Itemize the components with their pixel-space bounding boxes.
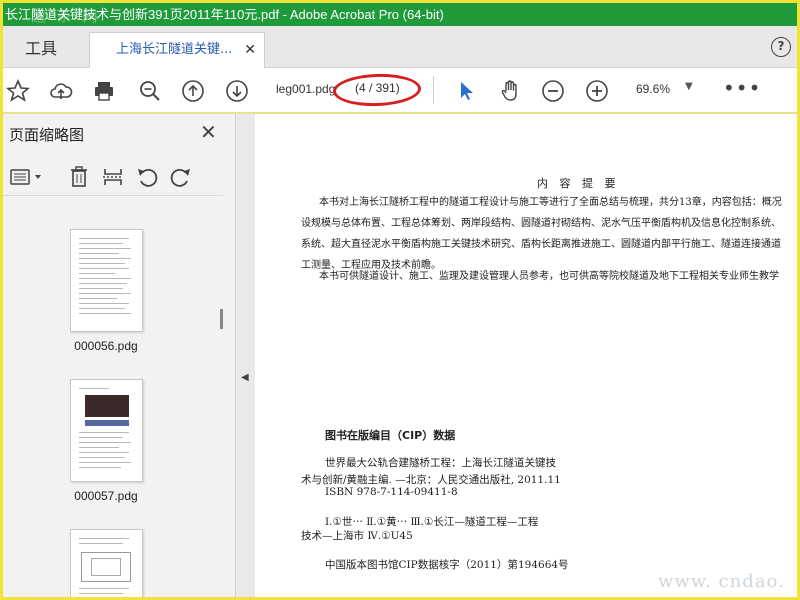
collapse-left-icon[interactable]: ◀ — [241, 372, 249, 383]
rotate-right-icon[interactable] — [169, 165, 193, 189]
cloud-upload-icon[interactable] — [48, 78, 74, 104]
document-page: 内 容 提 要 本书对上海长江隧桥工程中的隧道工程设计与施工等进行了全面总结与梳… — [255, 114, 797, 597]
app-window: 长江隧道关键技术与创新391页2011年110元.pdf - Adobe Acr… — [0, 0, 800, 600]
zoom-out-icon[interactable] — [540, 78, 566, 104]
cip-line: Ⅰ.①世⋯ Ⅱ.①黄⋯ Ⅲ.①长江—隧道工程—工程 — [325, 516, 539, 528]
site-watermark: 道 茶 网 — [31, 7, 101, 25]
zoom-field[interactable]: 69.6% — [636, 82, 670, 96]
printer-icon[interactable] — [91, 78, 117, 104]
page-thumbnail[interactable] — [70, 529, 143, 597]
options-menu-icon[interactable] — [9, 165, 45, 189]
site-watermark-bottom: www. cndao. com — [658, 571, 785, 597]
panel-divider[interactable]: ◀ — [236, 114, 255, 597]
close-icon[interactable]: ✕ — [244, 33, 256, 67]
hand-icon[interactable] — [497, 78, 523, 104]
tab-tools[interactable]: 工具 — [3, 34, 79, 68]
document-view[interactable]: 内 容 提 要 本书对上海长江隧桥工程中的隧道工程设计与施工等进行了全面总结与梳… — [255, 114, 797, 597]
help-icon[interactable]: ? — [771, 37, 791, 57]
abstract-line: 本书对上海长江隧桥工程中的隧道工程设计与施工等进行了全面总结与梳理，共分13章，… — [319, 197, 782, 208]
page-down-icon[interactable] — [224, 78, 250, 104]
thumbnail-panel: 页面缩略图 ✕ 000056.pdg 000057.pdg — [3, 114, 236, 597]
zoom-in-icon[interactable] — [584, 78, 610, 104]
filename-field[interactable]: leg001.pdg — [276, 82, 335, 96]
insert-page-icon[interactable] — [101, 165, 125, 189]
zoom-out-magnifier-icon[interactable] — [137, 78, 163, 104]
page-thumbnail[interactable] — [70, 379, 143, 482]
more-icon[interactable]: ••• — [723, 76, 761, 100]
panel-scrollbar[interactable] — [220, 309, 223, 329]
title-bar: 长江隧道关键技术与创新391页2011年110元.pdf - Adobe Acr… — [3, 3, 797, 26]
close-icon[interactable]: ✕ — [200, 120, 217, 144]
abstract-heading: 内 容 提 要 — [537, 177, 620, 190]
tab-bar: 工具 上海长江隧道关键... ✕ ? — [3, 26, 797, 68]
abstract-line: 系统、超大直径泥水平衡盾构施工关键技术研究、盾构长距离推进施工、圆隧道内部平行施… — [301, 239, 781, 250]
abstract-line: 设规模与总体布置、工程总体筹划、两岸段结构、圆隧道衬砌结构、泥水气压平衡盾构机及… — [301, 218, 781, 229]
page-up-icon[interactable] — [180, 78, 206, 104]
thumbnail-label: 000057.pdg — [74, 489, 138, 503]
cip-line: ISBN 978-7-114-09411-8 — [325, 486, 458, 498]
annotation-circle — [332, 72, 422, 108]
page-thumbnail[interactable] — [70, 229, 143, 332]
cip-line: 世界最大公轨合建隧桥工程：上海长江隧道关键技 — [325, 457, 556, 469]
chevron-down-icon[interactable]: ▼ — [685, 81, 693, 92]
thumbnail-label: 000056.pdg — [74, 339, 138, 353]
abstract-line: 本书可供隧道设计、施工、监理及建设管理人员参考，也可供高等院校隧道及地下工程相关… — [319, 271, 779, 282]
cip-line: 中国版本图书馆CIP数据核字（2011）第194664号 — [325, 559, 569, 571]
cip-title: 图书在版编目（CIP）数据 — [325, 429, 456, 442]
cip-line: 术与创新/黄融主编. —北京：人民交通出版社, 2011.11 — [301, 474, 561, 486]
toolbar: leg001.pdg (4 / 391) 69.6% ▼ ••• — [3, 68, 797, 113]
star-icon[interactable] — [5, 78, 31, 104]
panel-title: 页面缩略图 — [9, 126, 85, 144]
tab-document[interactable]: 上海长江隧道关键... ✕ — [89, 32, 265, 68]
rotate-left-icon[interactable] — [135, 165, 159, 189]
select-arrow-icon[interactable] — [454, 78, 480, 104]
cip-line: 技术—上海市 Ⅳ.①U45 — [301, 530, 413, 542]
tab-document-label: 上海长江隧道关键... — [116, 42, 233, 57]
trash-icon[interactable] — [67, 165, 91, 189]
toolbar-separator — [433, 76, 434, 104]
panel-toolbar — [3, 158, 223, 196]
